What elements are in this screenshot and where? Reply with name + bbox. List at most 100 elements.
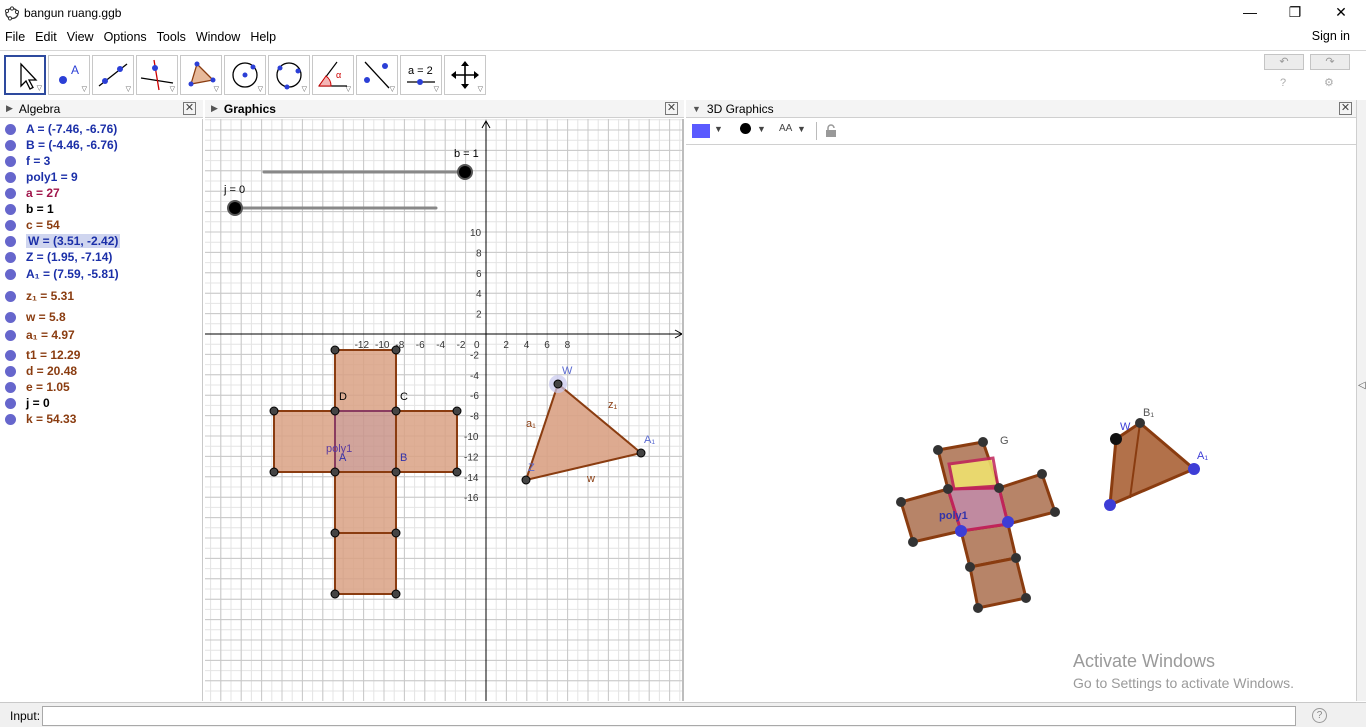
input-help-icon[interactable]: ? <box>1312 708 1327 723</box>
menu-tools[interactable]: Tools <box>152 30 191 44</box>
close-window-button[interactable]: ✕ <box>1318 0 1364 24</box>
algebra-item[interactable]: k = 54.33 <box>0 411 200 427</box>
algebra-item[interactable]: A = (-7.46, -6.76) <box>0 121 200 137</box>
minimize-button[interactable]: — <box>1227 0 1273 24</box>
close-3d-graphics-button[interactable]: ✕ <box>1339 102 1352 115</box>
move-graphics-view-tool-button[interactable]: ▽ <box>444 55 486 95</box>
algebra-item[interactable]: A₁ = (7.59, -5.81) <box>0 266 200 282</box>
visibility-toggle-icon[interactable] <box>5 311 16 323</box>
graphics3d-view[interactable]: G poly1 B₁ A₁ W <box>686 146 1356 701</box>
net-face-bottom[interactable] <box>334 532 397 595</box>
settings-gear-icon[interactable]: ⚙ <box>1324 76 1334 89</box>
visibility-toggle-icon[interactable] <box>5 329 16 341</box>
algebra-item[interactable]: b = 1 <box>0 201 200 217</box>
pyramid-3d[interactable] <box>1108 421 1197 508</box>
circle-tool-button[interactable]: ▽ <box>224 55 266 95</box>
algebra-item[interactable]: f = 3 <box>0 153 200 169</box>
perpendicular-line-tool-button[interactable]: ▽ <box>136 55 178 95</box>
net-face-below[interactable] <box>334 471 397 534</box>
visibility-toggle-icon[interactable] <box>5 219 16 231</box>
algebra-item[interactable]: d = 20.48 <box>0 363 200 379</box>
visibility-toggle-icon[interactable] <box>5 171 16 183</box>
lock-icon[interactable] <box>824 124 838 138</box>
sign-in-link[interactable]: Sign in <box>1312 29 1350 43</box>
menu-view[interactable]: View <box>62 30 99 44</box>
collapse-arrow-icon[interactable]: ▶ <box>6 103 13 114</box>
algebra-item[interactable]: c = 54 <box>0 217 200 233</box>
visibility-toggle-icon[interactable] <box>5 381 16 393</box>
visibility-toggle-icon[interactable] <box>5 365 16 377</box>
point-W[interactable] <box>553 379 563 389</box>
point-3d-B1[interactable] <box>1135 418 1145 428</box>
visibility-toggle-icon[interactable] <box>5 349 16 361</box>
close-algebra-button[interactable]: ✕ <box>183 102 196 115</box>
angle-tool-button[interactable]: α ▽ <box>312 55 354 95</box>
menu-file[interactable]: File <box>0 30 30 44</box>
visibility-toggle-icon[interactable] <box>5 235 16 247</box>
algebra-item[interactable]: B = (-4.46, -6.76) <box>0 137 200 153</box>
visibility-toggle-icon[interactable] <box>5 290 16 302</box>
net-face-left[interactable] <box>273 410 336 473</box>
visibility-toggle-icon[interactable] <box>5 139 16 151</box>
visibility-toggle-icon[interactable] <box>5 397 16 409</box>
slider-j-handle[interactable] <box>227 200 243 216</box>
visibility-toggle-icon[interactable] <box>5 203 16 215</box>
triangle-WZA1[interactable] <box>524 382 644 482</box>
menu-options[interactable]: Options <box>99 30 152 44</box>
algebra-item[interactable]: t1 = 12.29 <box>0 347 200 363</box>
visibility-toggle-icon[interactable] <box>5 123 16 135</box>
visibility-toggle-icon[interactable] <box>5 251 16 263</box>
point-style-icon[interactable] <box>740 123 751 134</box>
help-icon[interactable]: ? <box>1280 77 1286 89</box>
close-graphics-button[interactable]: ✕ <box>665 102 678 115</box>
point-tool-button[interactable]: A ▽ <box>48 55 90 95</box>
cube-net-3d[interactable] <box>899 440 1057 610</box>
undo-button[interactable]: ↶ <box>1264 54 1304 70</box>
algebra-item[interactable]: W = (3.51, -2.42) <box>0 233 200 249</box>
point-style-dropdown-icon[interactable]: ▼ <box>757 124 766 134</box>
visibility-toggle-icon[interactable] <box>5 155 16 167</box>
line-tool-button[interactable]: ▽ <box>92 55 134 95</box>
point-Z[interactable] <box>521 475 531 485</box>
label-style-dropdown-icon[interactable]: ▼ <box>797 124 806 134</box>
color-swatch-button[interactable] <box>692 124 710 138</box>
polygon-tool-button[interactable]: ▽ <box>180 55 222 95</box>
algebra-item[interactable]: e = 1.05 <box>0 379 200 395</box>
input-field[interactable] <box>42 706 1296 726</box>
expand-left-arrow-icon[interactable]: ◁ <box>1358 380 1366 391</box>
visibility-toggle-icon[interactable] <box>5 268 16 280</box>
label-style-icon[interactable]: AA <box>779 123 792 134</box>
algebra-item[interactable]: z₁ = 5.31 <box>0 288 200 304</box>
side-panel-toggle[interactable]: ◁ <box>1356 100 1366 701</box>
visibility-toggle-icon[interactable] <box>5 413 16 425</box>
algebra-item[interactable]: poly1 = 9 <box>0 169 200 185</box>
visibility-toggle-icon[interactable] <box>5 187 16 199</box>
slider-tool-button[interactable]: a = 2 ▽ <box>400 55 442 95</box>
menu-help[interactable]: Help <box>245 30 281 44</box>
menu-window[interactable]: Window <box>191 30 245 44</box>
graphics-view[interactable]: -12 -10 -8 -6 -4 -2 0 2 4 6 8 10 8 6 4 2 -2 -4 -6 -8 -10 -12-… <box>205 119 684 701</box>
point-3d-A1[interactable] <box>1188 463 1200 475</box>
graphics-canvas[interactable]: -12 -10 -8 -6 -4 -2 0 2 4 6 8108642-2-4-6-8-10-12-… <box>205 119 684 701</box>
point-3d-B[interactable] <box>1002 516 1014 528</box>
redo-button[interactable]: ↷ <box>1310 54 1350 70</box>
algebra-item[interactable]: w = 5.8 <box>0 309 200 325</box>
algebra-item[interactable]: Z = (1.95, -7.14) <box>0 249 200 265</box>
move-tool-button[interactable]: ▽ <box>4 55 46 95</box>
circle-three-points-tool-button[interactable]: ▽ <box>268 55 310 95</box>
point-A1[interactable] <box>636 448 646 458</box>
algebra-item[interactable]: a = 27 <box>0 185 200 201</box>
maximize-button[interactable]: ❐ <box>1272 0 1318 24</box>
point-3d-Z[interactable] <box>1104 499 1116 511</box>
collapse-arrow-icon[interactable]: ▶ <box>211 103 218 114</box>
graphics3d-canvas[interactable]: G poly1 B₁ A₁ W <box>686 146 1356 701</box>
point-3d-A[interactable] <box>955 525 967 537</box>
color-dropdown-arrow-icon[interactable]: ▼ <box>714 124 723 134</box>
algebra-item[interactable]: j = 0 <box>0 395 200 411</box>
expand-arrow-icon[interactable]: ▼ <box>692 104 701 114</box>
slider-b-handle[interactable] <box>457 164 473 180</box>
algebra-item[interactable]: a₁ = 4.97 <box>0 327 200 343</box>
menu-edit[interactable]: Edit <box>30 30 62 44</box>
reflect-tool-button[interactable]: ▽ <box>356 55 398 95</box>
cube-net[interactable] <box>273 349 458 595</box>
